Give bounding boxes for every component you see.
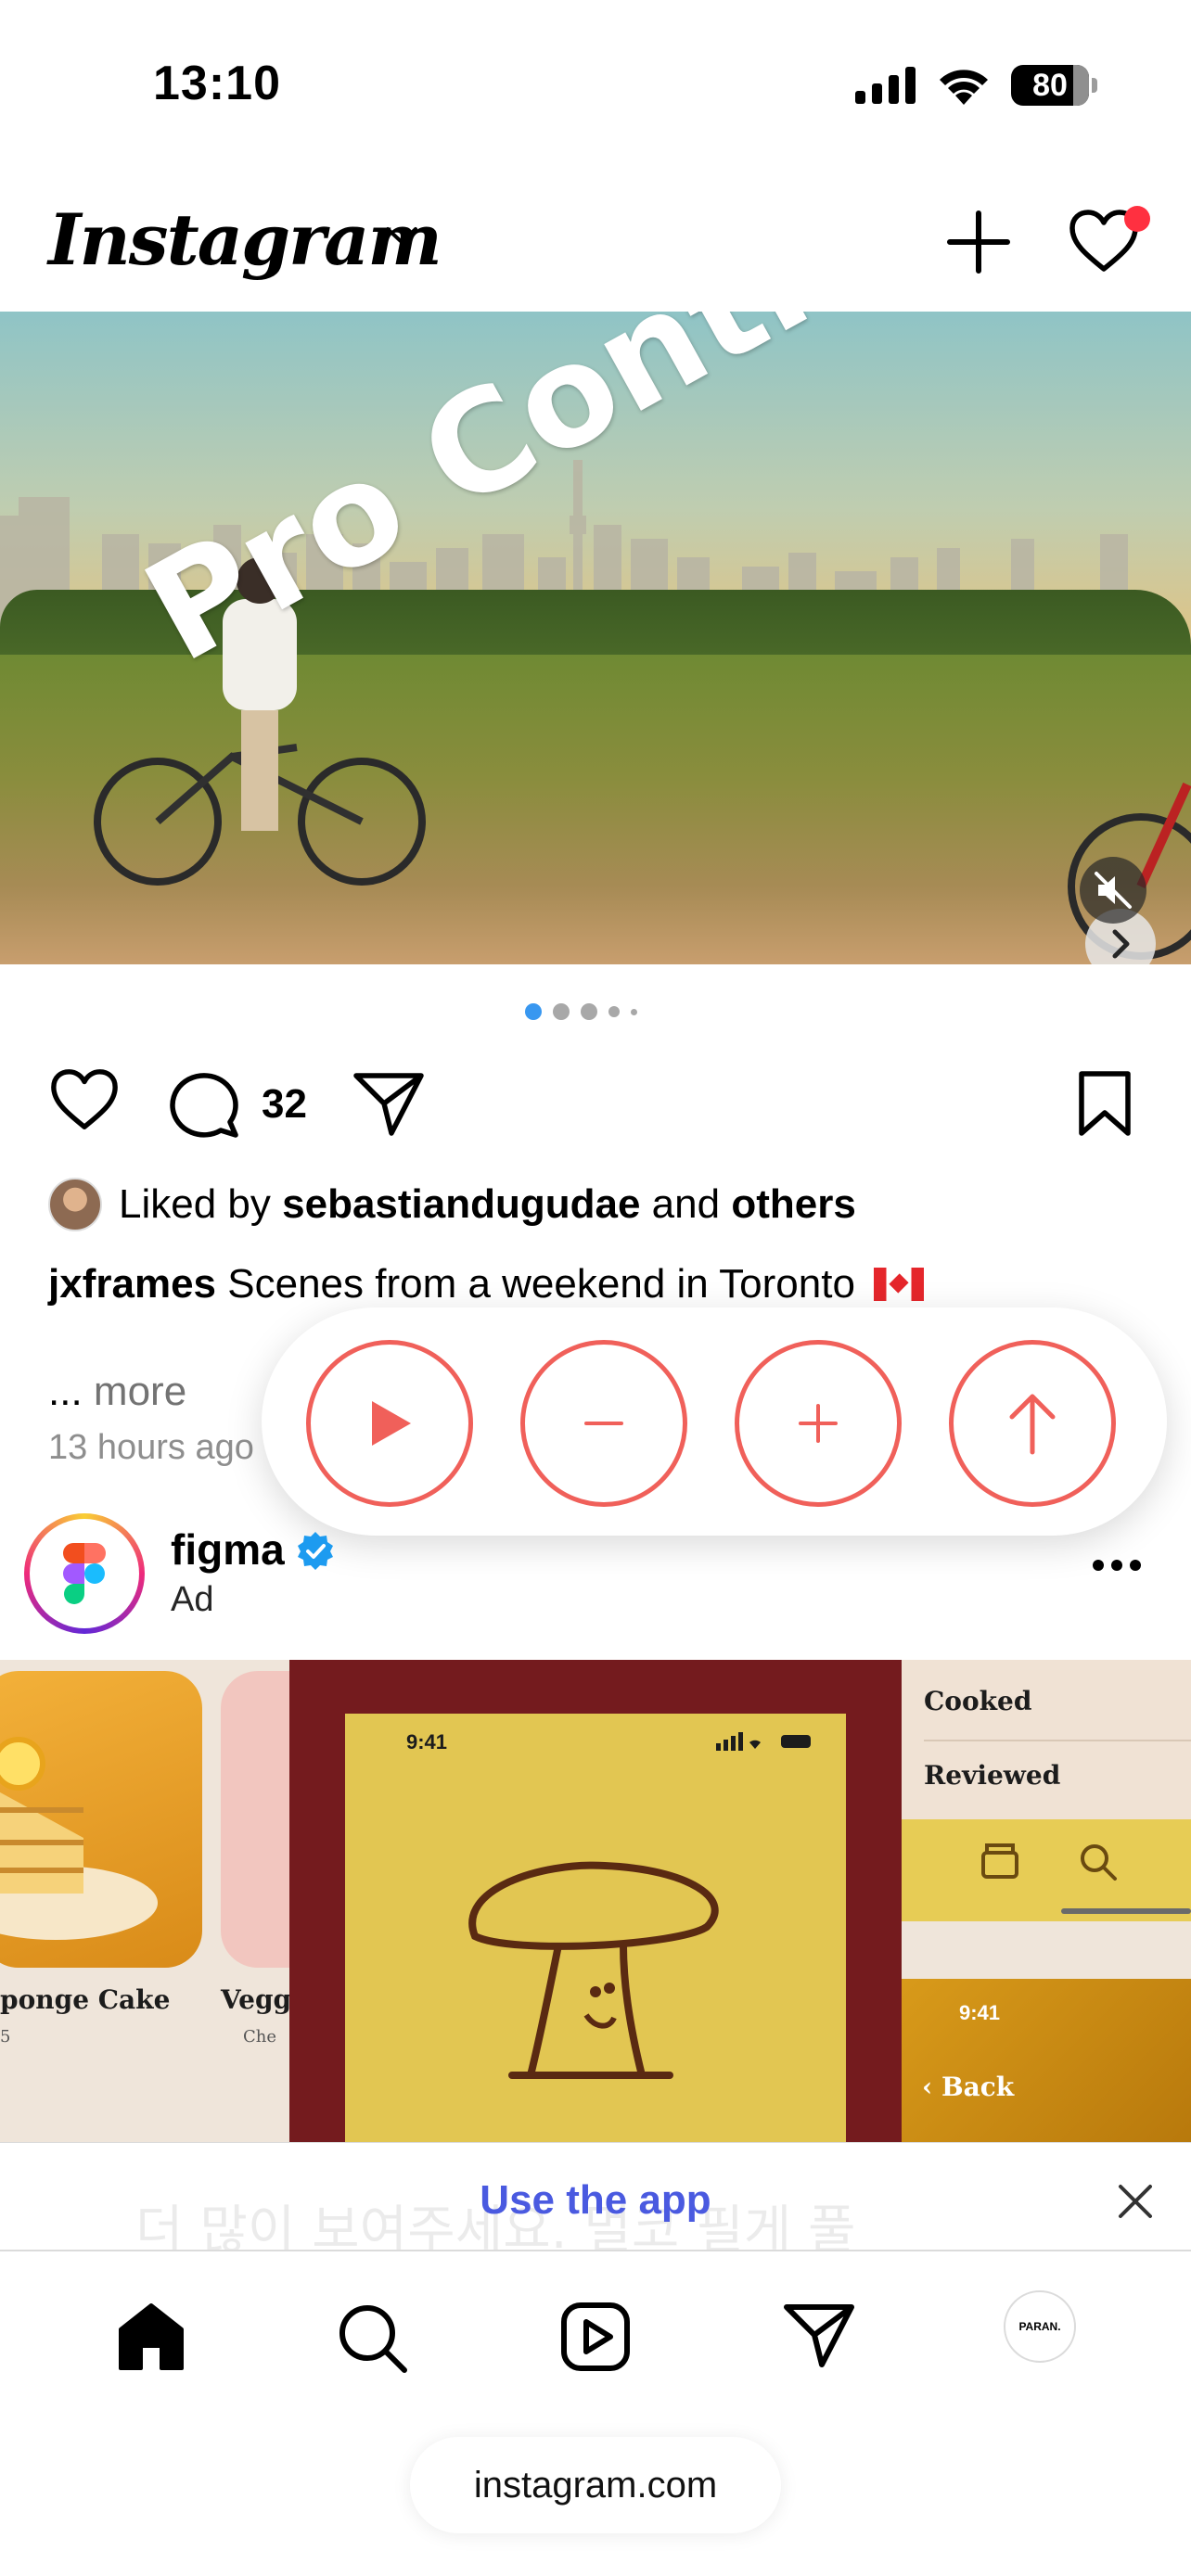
close-icon[interactable] <box>1117 2183 1154 2220</box>
carousel-dot <box>581 1003 597 1020</box>
speaker-muted-icon <box>1095 872 1132 909</box>
chevron-down-icon[interactable] <box>384 224 419 247</box>
share-send-icon[interactable] <box>352 1070 425 1137</box>
cellular-signal-icon <box>855 67 916 104</box>
status-icons: 80 <box>855 65 1097 106</box>
carousel-dot <box>631 1008 637 1015</box>
caption-more[interactable]: ... more <box>48 1369 186 1415</box>
app-header: Instagram <box>0 185 1191 311</box>
search-icon[interactable] <box>336 2302 408 2374</box>
more-ellipsis: ... <box>48 1369 83 1414</box>
liked-by-and: and <box>651 1181 721 1227</box>
comment-icon[interactable] <box>169 1068 241 1139</box>
direct-messages-icon[interactable] <box>783 2302 855 2368</box>
ad-panel-back: ‹ Back <box>922 2072 1015 2102</box>
mushroom-illustration <box>468 1861 719 2079</box>
veggie-card-image <box>221 1671 295 1968</box>
ad-card2-sub: Che <box>243 2027 277 2047</box>
ad-box-icon <box>981 1843 1018 1879</box>
ad-phone-status-icon <box>716 1732 811 1751</box>
ad-card1-title: ponge Cake <box>0 1984 171 2015</box>
ad-account-name[interactable]: figma <box>171 1524 285 1575</box>
mute-button[interactable] <box>1080 857 1146 924</box>
ad-media[interactable]: ponge Cake 5 Veggi Che 9:41 Cooked Revie… <box>0 1660 1191 2142</box>
like-heart-icon[interactable] <box>48 1066 121 1133</box>
more-options-icon[interactable] <box>1091 1558 1143 1573</box>
ad-panel-time: 9:41 <box>959 2001 1001 2024</box>
decrease-button[interactable] <box>520 1340 687 1507</box>
play-button[interactable] <box>306 1340 473 1507</box>
play-icon <box>372 1401 411 1446</box>
carousel-dot <box>553 1003 570 1020</box>
post-caption: jxframes Scenes from a weekend in Toront… <box>48 1261 925 1307</box>
carousel-dot <box>608 1006 620 1017</box>
home-icon[interactable] <box>115 2302 187 2372</box>
pro-controls-bar <box>262 1307 1167 1536</box>
ad-label: Ad <box>171 1580 214 1619</box>
browser-url-bar[interactable]: instagram.com <box>410 2437 781 2533</box>
post-timestamp: 13 hours ago <box>48 1428 254 1467</box>
ad-phone-time: 9:41 <box>406 1730 448 1753</box>
battery-icon: 80 <box>1011 65 1097 106</box>
minus-icon <box>584 1422 623 1425</box>
carousel-indicator <box>525 1003 637 1020</box>
profile-avatar[interactable]: PARAN. <box>1004 2290 1076 2363</box>
liked-by-others[interactable]: others <box>731 1181 855 1227</box>
canada-flag-icon <box>874 1268 925 1301</box>
reels-icon[interactable] <box>560 2302 631 2372</box>
ad-right-panel-toolbar <box>902 1819 1191 1921</box>
cake-image <box>0 1737 158 1940</box>
status-time: 13:10 <box>153 57 281 110</box>
ad-phone-screen: 9:41 <box>345 1714 846 2142</box>
verified-badge-icon <box>298 1532 333 1570</box>
figma-logo-icon <box>63 1543 106 1604</box>
instagram-logo[interactable]: Instagram <box>48 198 442 281</box>
carousel-dot-active <box>525 1003 542 1020</box>
post-author[interactable]: jxframes <box>48 1261 216 1307</box>
use-the-app-link[interactable]: Use the app <box>0 2177 1191 2224</box>
comment-count[interactable]: 32 <box>262 1081 307 1128</box>
more-link[interactable]: more <box>94 1369 186 1414</box>
wifi-icon <box>940 70 988 105</box>
cake-card-image <box>0 1671 202 1968</box>
liked-by-row[interactable]: Liked by sebastiandugudae and others <box>48 1178 856 1231</box>
arrow-up-icon <box>1009 1394 1056 1455</box>
liker-avatar[interactable] <box>48 1178 102 1231</box>
ad-panel-item-cooked: Cooked <box>924 1686 1032 1716</box>
post-media[interactable]: Pro Controls <box>0 312 1191 964</box>
chevron-right-icon <box>1112 929 1130 959</box>
liked-by-prefix: Liked by <box>119 1181 271 1227</box>
caption-text: Scenes from a weekend in Toronto <box>227 1261 855 1307</box>
scroll-up-button[interactable] <box>949 1340 1116 1507</box>
plus-icon <box>799 1404 838 1443</box>
ad-card1-sub: 5 <box>0 2027 11 2047</box>
notification-badge <box>1124 206 1150 232</box>
ad-panel-item-reviewed: Reviewed <box>924 1760 1061 1791</box>
battery-level: 80 <box>1032 67 1068 103</box>
new-post-icon[interactable] <box>946 210 1011 274</box>
ad-search-icon <box>1081 1844 1117 1881</box>
figma-avatar[interactable] <box>24 1513 145 1634</box>
liked-by-user[interactable]: sebastiandugudae <box>282 1181 640 1227</box>
ad-right-panel-bottom: 9:41 ‹ Back <box>902 1979 1191 2142</box>
increase-button[interactable] <box>735 1340 902 1507</box>
save-bookmark-icon[interactable] <box>1076 1070 1133 1137</box>
